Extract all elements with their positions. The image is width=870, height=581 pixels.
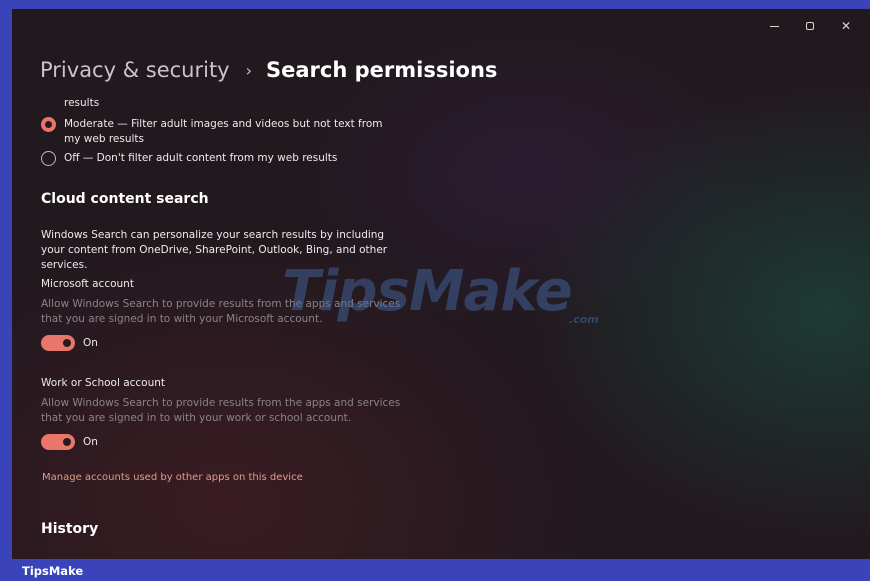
history-heading: History bbox=[41, 521, 99, 537]
chevron-right-icon: › bbox=[245, 60, 253, 80]
close-icon: ✕ bbox=[840, 19, 852, 33]
breadcrumb-parent[interactable]: Privacy & security bbox=[40, 58, 230, 82]
safe-search-cut-text: results bbox=[64, 97, 100, 109]
work-account-toggle[interactable] bbox=[41, 434, 75, 450]
microsoft-account-title: Microsoft account bbox=[41, 278, 134, 290]
radio-moderate-label: Moderate — Filter adult images and video… bbox=[64, 118, 383, 145]
work-account-toggle-row: On bbox=[41, 434, 98, 450]
cloud-content-heading: Cloud content search bbox=[41, 191, 209, 207]
work-account-description: Allow Windows Search to provide results … bbox=[41, 397, 401, 424]
watermark-suffix: .com bbox=[569, 313, 599, 326]
radio-selected-icon[interactable] bbox=[41, 117, 56, 132]
work-account-title: Work or School account bbox=[41, 377, 166, 389]
window-controls: ✕ bbox=[756, 15, 864, 37]
microsoft-account-toggle[interactable] bbox=[41, 335, 75, 351]
microsoft-account-toggle-row: On bbox=[41, 335, 98, 351]
footer-brand: TipsMake bbox=[22, 564, 84, 578]
manage-accounts-link[interactable]: Manage accounts used by other apps on th… bbox=[42, 472, 303, 483]
work-account-toggle-state: On bbox=[83, 436, 98, 448]
restore-button[interactable] bbox=[792, 15, 828, 37]
radio-off[interactable]: Off — Don't filter adult content from my… bbox=[41, 151, 394, 166]
radio-unselected-icon[interactable] bbox=[41, 151, 56, 166]
settings-window: ✕ Privacy & security › Search permission… bbox=[12, 9, 870, 559]
microsoft-account-toggle-state: On bbox=[83, 337, 98, 349]
radio-off-label: Off — Don't filter adult content from my… bbox=[64, 152, 338, 164]
restore-icon bbox=[806, 22, 814, 30]
watermark: TipsMake bbox=[282, 259, 573, 324]
close-button[interactable]: ✕ bbox=[828, 15, 864, 37]
minimize-button[interactable] bbox=[756, 15, 792, 37]
radio-moderate[interactable]: Moderate — Filter adult images and video… bbox=[41, 117, 394, 147]
page-title: Search permissions bbox=[266, 58, 498, 82]
breadcrumb: Privacy & security › Search permissions bbox=[40, 58, 497, 82]
minimize-icon bbox=[769, 25, 779, 27]
